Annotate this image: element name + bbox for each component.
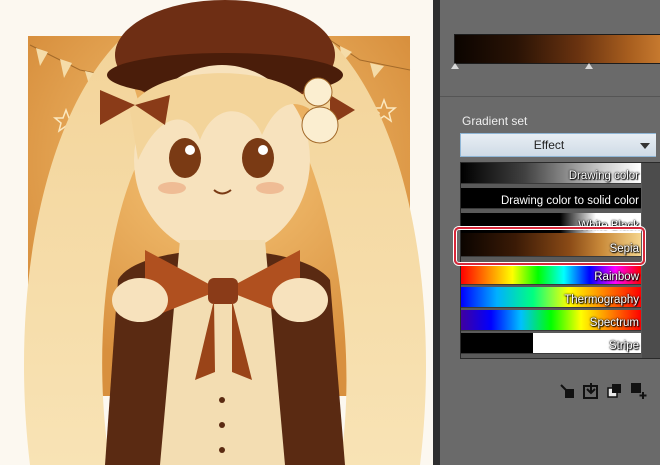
dropdown-value: Effect xyxy=(533,138,565,152)
snowman-ornament xyxy=(303,77,333,107)
left-hand xyxy=(112,278,168,322)
delete-icon[interactable] xyxy=(558,382,576,400)
gradient-item-label: Rainbow xyxy=(594,271,639,283)
selected-gradient-highlight xyxy=(454,227,645,265)
panel-splitter[interactable] xyxy=(433,0,440,465)
gradient-set-dropdown[interactable]: Effect xyxy=(460,133,656,157)
gradient-panel: Gradient set Effect Drawing color Drawin… xyxy=(440,0,660,465)
left-eye xyxy=(169,138,201,178)
right-hand xyxy=(272,278,328,322)
gradient-item-drawing-color[interactable]: Drawing color xyxy=(461,163,641,184)
gradient-item-label: Stripe xyxy=(608,340,639,352)
gradient-item-label: Thermography xyxy=(564,294,639,306)
right-eye xyxy=(242,138,274,178)
import-icon[interactable] xyxy=(582,382,600,400)
panel-divider xyxy=(440,96,660,97)
gradient-item-label: Spectrum xyxy=(589,317,639,329)
gradient-item-rainbow[interactable]: Rainbow xyxy=(461,264,641,285)
gradient-item-stripe[interactable]: Stripe xyxy=(461,333,641,354)
gradient-item-spectrum[interactable]: Spectrum xyxy=(461,310,641,331)
illustration-canvas[interactable] xyxy=(0,0,433,465)
gradient-preview-bar[interactable] xyxy=(454,34,660,64)
gradient-set-label: Gradient set xyxy=(462,114,528,128)
color-stop-marker[interactable] xyxy=(585,63,593,69)
gradient-item-drawing-color-to-solid[interactable]: Drawing color to solid color xyxy=(461,188,641,209)
gradient-item-label: Drawing color xyxy=(568,170,639,182)
chevron-down-icon xyxy=(640,143,650,149)
gradient-item-thermography[interactable]: Thermography xyxy=(461,287,641,308)
add-icon[interactable] xyxy=(630,382,648,400)
gradient-item-label: Drawing color to solid color xyxy=(500,195,639,207)
duplicate-icon[interactable] xyxy=(606,382,624,400)
sepia-illustration xyxy=(24,0,426,465)
color-stop-marker[interactable] xyxy=(451,63,459,69)
